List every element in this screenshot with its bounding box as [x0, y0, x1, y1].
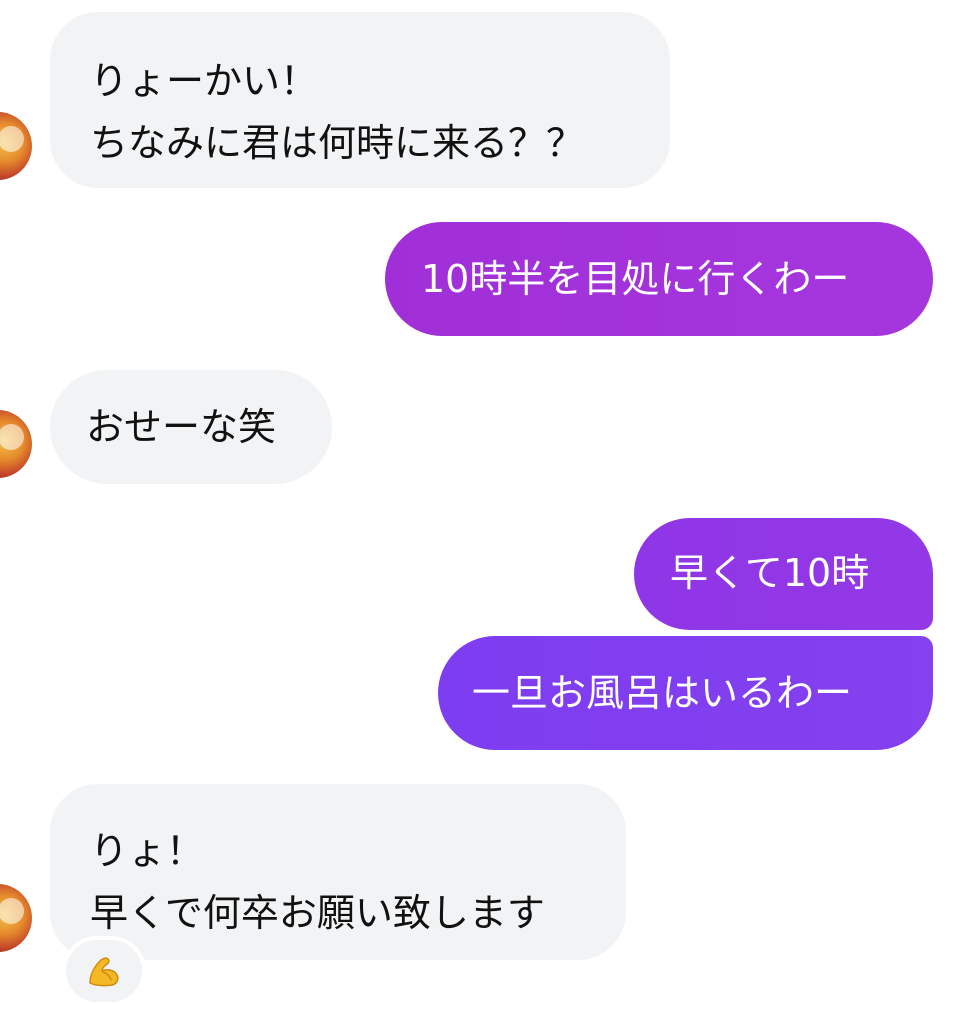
incoming-message-bubble[interactable]: りょ！ 早くで何卒お願い致します [50, 784, 626, 960]
chat-thread: りょーかい！ ちなみに君は何時に来る？？ 10時半を目処に行くわー おせーな笑 … [0, 0, 955, 1024]
incoming-message-bubble[interactable]: りょーかい！ ちなみに君は何時に来る？？ [50, 12, 670, 188]
message-text-line: 10時半を目処に行くわー [421, 257, 850, 301]
message-text-line: りょーかい！ [90, 59, 319, 103]
message-text-line: ちなみに君は何時に来る？？ [90, 121, 585, 165]
contact-avatar[interactable] [0, 410, 32, 478]
outgoing-message-bubble[interactable]: 10時半を目処に行くわー [385, 222, 933, 336]
message-text-line: りょ！ [90, 829, 205, 873]
outgoing-message-bubble[interactable]: 一旦お風呂はいるわー [438, 636, 933, 750]
message-text-line: おせーな笑 [86, 405, 277, 449]
message-reaction[interactable] [62, 936, 146, 1006]
contact-avatar[interactable] [0, 112, 32, 180]
incoming-message-bubble[interactable]: おせーな笑 [50, 370, 332, 484]
outgoing-message-bubble[interactable]: 早くて10時 [634, 518, 933, 630]
message-text-line: 早くて10時 [670, 551, 870, 595]
message-text-line: 一旦お風呂はいるわー [472, 671, 853, 715]
contact-avatar[interactable] [0, 884, 32, 952]
message-text-line: 早くで何卒お願い致します [90, 891, 545, 935]
flexed-biceps-icon [89, 957, 119, 987]
